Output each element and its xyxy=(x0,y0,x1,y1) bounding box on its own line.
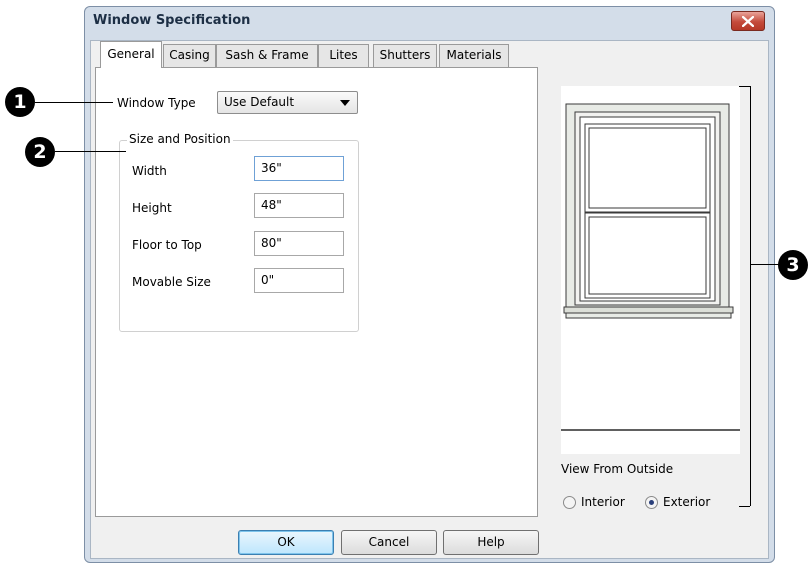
callout-3-leader xyxy=(750,264,780,265)
exterior-radio[interactable] xyxy=(645,496,658,509)
tab-label: General xyxy=(107,47,155,61)
callout-3: 3 xyxy=(778,250,808,280)
callout-1-leader xyxy=(35,102,113,103)
tab-label: Sash & Frame xyxy=(225,48,309,62)
view-from-outside-label: View From Outside xyxy=(561,462,674,476)
tab-label: Shutters xyxy=(379,48,431,62)
interior-radio[interactable] xyxy=(563,496,576,509)
chevron-down-icon xyxy=(340,100,350,106)
height-field[interactable]: 48" xyxy=(254,193,344,218)
window-type-value: Use Default xyxy=(224,95,295,109)
bracket-top xyxy=(739,86,750,87)
window-preview-drawing xyxy=(561,103,740,431)
callout-1: 1 xyxy=(5,87,35,117)
help-button[interactable]: Help xyxy=(443,530,539,555)
title-bar[interactable]: Window Specification xyxy=(85,7,774,35)
bracket-vertical xyxy=(750,86,751,506)
tab-label: Materials xyxy=(446,48,502,62)
exterior-radio-label: Exterior xyxy=(663,495,711,509)
height-value: 48" xyxy=(261,198,282,212)
bracket-bottom xyxy=(739,506,750,507)
close-icon xyxy=(742,16,754,27)
size-position-group-title: Size and Position xyxy=(127,132,233,146)
callout-2: 2 xyxy=(25,137,55,167)
floor-to-top-value: 80" xyxy=(261,236,282,250)
close-button[interactable] xyxy=(731,11,765,31)
tab-lites[interactable]: Lites xyxy=(318,44,369,67)
tab-sash-frame[interactable]: Sash & Frame xyxy=(216,44,318,67)
tab-label: Lites xyxy=(329,48,358,62)
window-preview xyxy=(561,86,740,454)
tab-label: Casing xyxy=(169,48,210,62)
width-field[interactable]: 36" xyxy=(254,156,344,181)
window-type-label: Window Type xyxy=(117,96,196,110)
ok-button[interactable]: OK xyxy=(238,530,334,555)
movable-size-label: Movable Size xyxy=(132,275,211,289)
window-type-dropdown[interactable]: Use Default xyxy=(217,91,358,114)
tab-casing[interactable]: Casing xyxy=(163,44,216,67)
interior-radio-label: Interior xyxy=(581,495,625,509)
movable-size-value: 0" xyxy=(261,273,275,287)
height-label: Height xyxy=(132,201,172,215)
tab-shutters[interactable]: Shutters xyxy=(373,44,437,67)
movable-size-field[interactable]: 0" xyxy=(254,268,344,293)
tab-general[interactable]: General xyxy=(100,41,162,68)
width-value: 36" xyxy=(261,161,282,175)
cancel-button[interactable]: Cancel xyxy=(341,530,437,555)
dialog-title: Window Specification xyxy=(93,13,251,28)
callout-2-leader xyxy=(55,151,126,152)
floor-to-top-label: Floor to Top xyxy=(132,238,202,252)
floor-to-top-field[interactable]: 80" xyxy=(254,231,344,256)
tab-materials[interactable]: Materials xyxy=(439,44,509,67)
width-label: Width xyxy=(132,164,167,178)
